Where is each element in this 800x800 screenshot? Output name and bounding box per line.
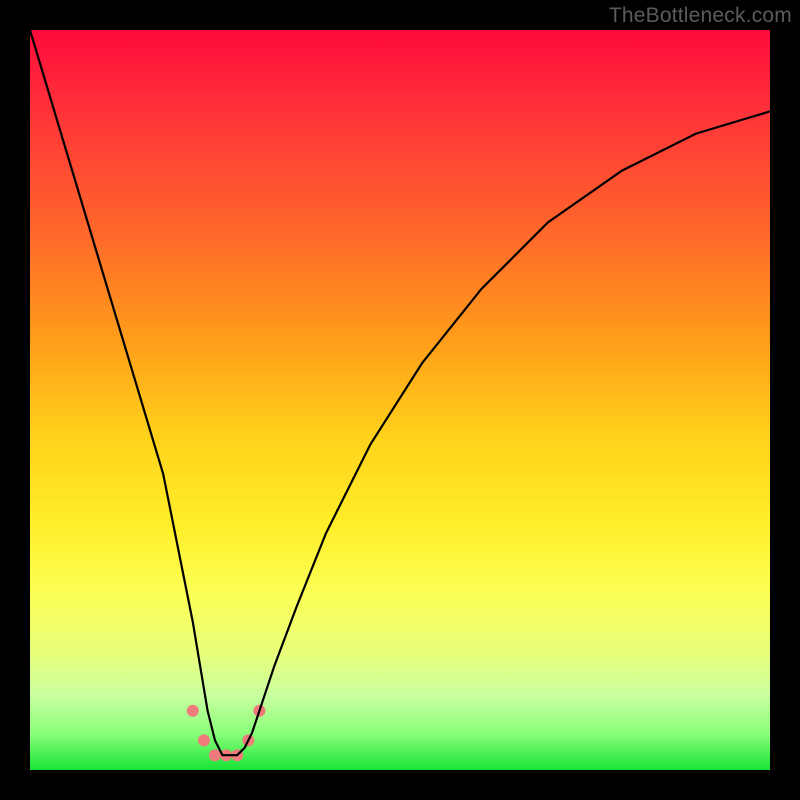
markers-group — [187, 705, 266, 761]
marker-point — [187, 705, 199, 717]
marker-point — [198, 734, 210, 746]
bottleneck-curve-path — [30, 30, 770, 755]
chart-frame: TheBottleneck.com — [0, 0, 800, 800]
watermark-text: TheBottleneck.com — [609, 4, 792, 28]
chart-svg — [30, 30, 770, 770]
plot-area — [30, 30, 770, 770]
